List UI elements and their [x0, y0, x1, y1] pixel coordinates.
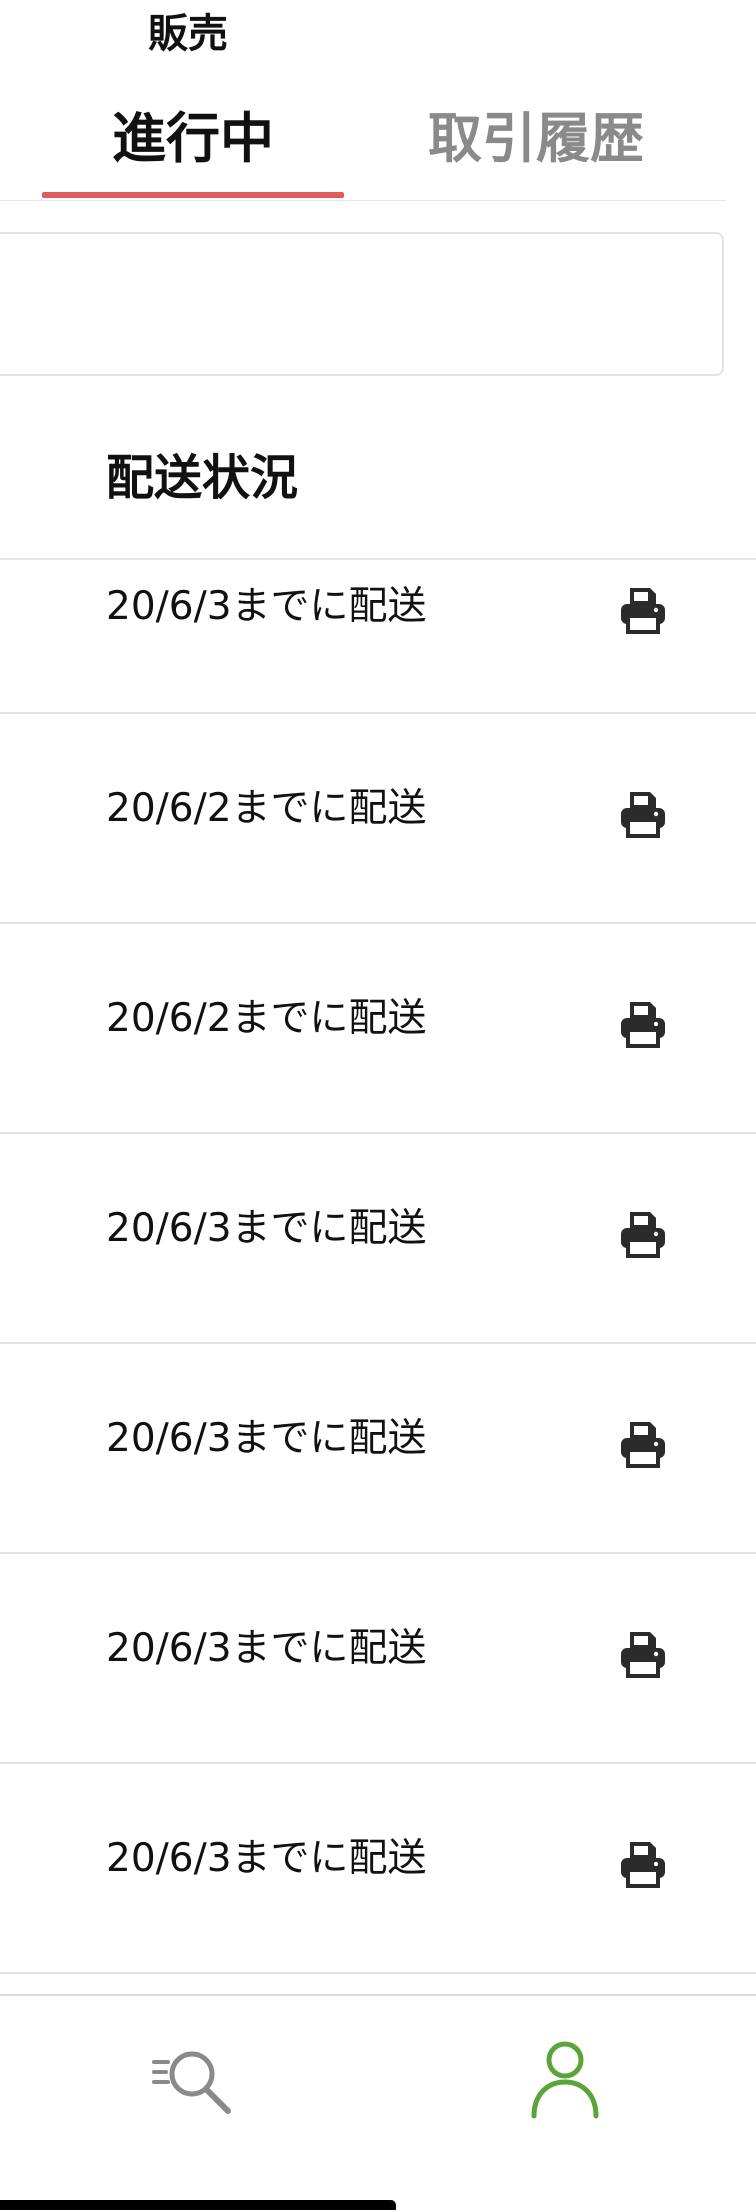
shipment-deadline: 20/6/2までに配送 — [106, 996, 427, 1041]
shipment-row[interactable]: 20/6/3までに配送 — [0, 1764, 756, 1974]
search-icon — [152, 2051, 231, 2114]
home-indicator — [0, 2200, 396, 2210]
shipment-deadline: 20/6/3までに配送 — [106, 584, 427, 629]
tab-transaction-history[interactable]: 取引履歴 — [400, 84, 672, 194]
shipment-deadline: 20/6/3までに配送 — [106, 1836, 427, 1881]
printer-icon[interactable] — [618, 584, 668, 634]
printer-icon[interactable] — [618, 1838, 668, 1888]
shipment-deadline: 20/6/2までに配送 — [106, 786, 427, 831]
account-icon — [531, 2041, 599, 2119]
shipment-row[interactable]: 20/6/3までに配送 — [0, 1554, 756, 1764]
notice-box — [0, 232, 724, 376]
printer-icon[interactable] — [618, 1208, 668, 1258]
tab-bar: 進行中 取引履歴 — [0, 70, 726, 201]
shipment-row[interactable]: 20/6/3までに配送 — [0, 1134, 756, 1344]
shipment-row[interactable]: 20/6/2までに配送 — [0, 924, 756, 1134]
shipment-row[interactable]: 20/6/3までに配送 — [0, 560, 756, 714]
shipment-deadline: 20/6/3までに配送 — [106, 1626, 427, 1671]
tab-in-progress[interactable]: 進行中 — [42, 84, 344, 194]
active-tab-indicator — [42, 192, 344, 198]
nav-search-button[interactable] — [148, 2036, 238, 2126]
printer-icon[interactable] — [618, 998, 668, 1048]
shipment-row[interactable]: 20/6/2までに配送 — [0, 714, 756, 924]
printer-icon[interactable] — [618, 788, 668, 838]
bottom-navigation — [0, 1994, 756, 2212]
shipment-deadline: 20/6/3までに配送 — [106, 1206, 427, 1251]
shipment-deadline: 20/6/3までに配送 — [106, 1416, 427, 1461]
section-title: 配送状況 — [106, 450, 299, 506]
printer-icon[interactable] — [618, 1628, 668, 1678]
shipment-list: 20/6/3までに配送 20/6/2までに配送 20/6/2までに配送 20/6… — [0, 560, 756, 1974]
nav-account-button[interactable] — [520, 2036, 610, 2126]
shipment-row[interactable]: 20/6/3までに配送 — [0, 1344, 756, 1554]
page-title: 販売 — [148, 11, 228, 57]
printer-icon[interactable] — [618, 1418, 668, 1468]
